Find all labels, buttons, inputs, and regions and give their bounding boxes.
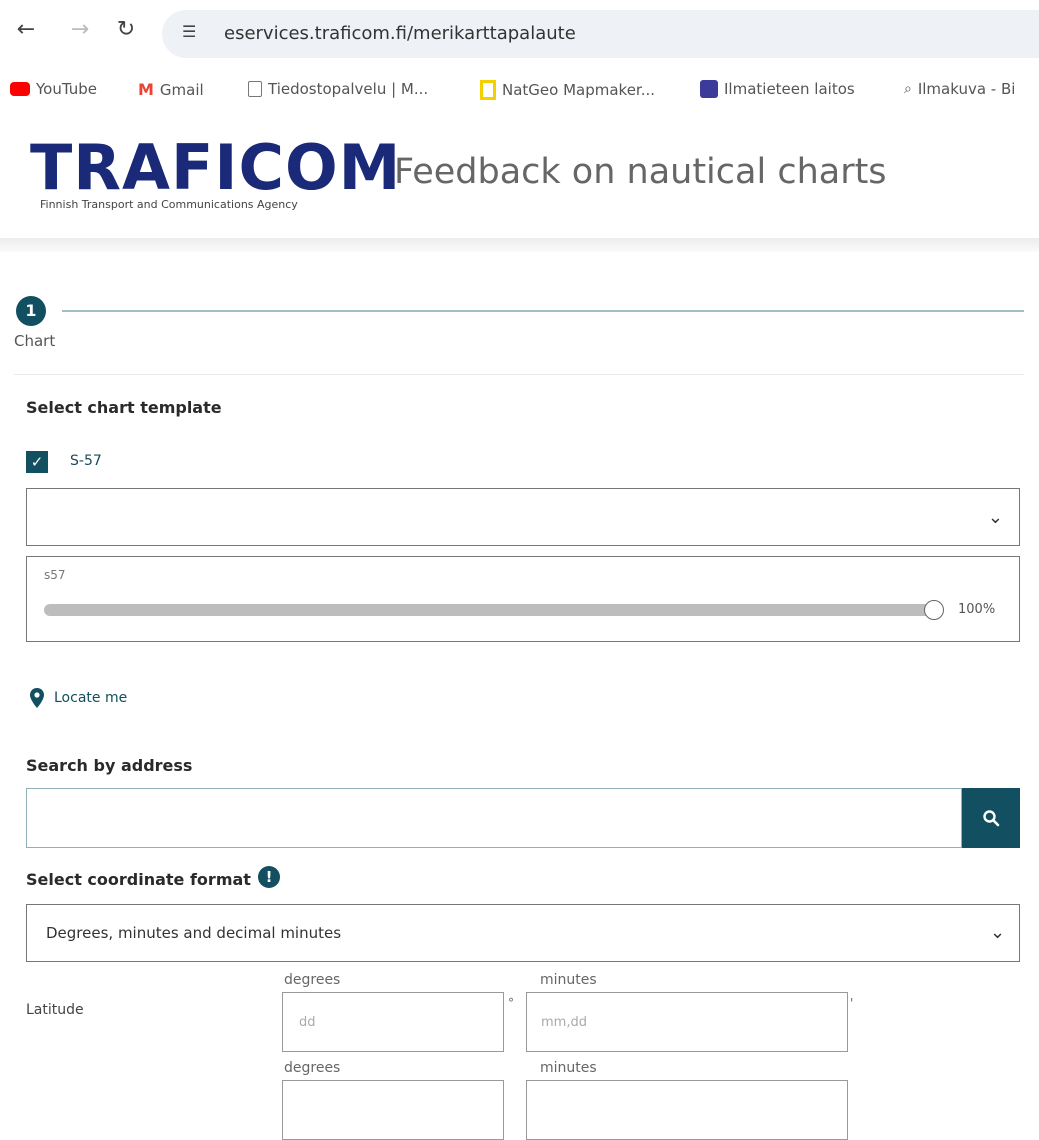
chart-template-heading: Select chart template bbox=[26, 398, 222, 417]
locate-me-link[interactable]: Locate me bbox=[30, 688, 127, 708]
search-heading: Search by address bbox=[26, 756, 193, 775]
degree-symbol: ° bbox=[508, 996, 514, 1010]
chevron-down-icon: ⌄ bbox=[987, 507, 1003, 528]
location-pin-icon bbox=[30, 688, 44, 708]
natgeo-icon bbox=[480, 80, 496, 100]
checkmark-icon: ✓ bbox=[30, 453, 44, 471]
latitude-degrees-placeholder: dd bbox=[299, 1015, 316, 1030]
url-text[interactable]: eservices.traficom.fi/merikarttapalaute bbox=[224, 23, 576, 44]
opacity-slider-track[interactable] bbox=[44, 604, 938, 616]
chart-template-select[interactable]: ⌄ bbox=[26, 488, 1020, 546]
bookmark-label: Tiedostopalvelu | M... bbox=[268, 80, 429, 98]
step-number[interactable]: 1 bbox=[16, 296, 46, 326]
degrees-caption: degrees bbox=[284, 972, 341, 988]
s57-checkbox-label[interactable]: S-57 bbox=[70, 453, 102, 469]
coordinate-format-heading: Select coordinate format bbox=[26, 870, 251, 889]
minutes-caption: minutes bbox=[540, 1060, 597, 1076]
gmail-icon: M bbox=[138, 80, 154, 99]
traficom-logo[interactable]: TRAFICOM bbox=[30, 132, 401, 204]
bookmark-ilmakuva[interactable]: ⌕ Ilmakuva - Bi bbox=[904, 80, 1015, 98]
page-title: Feedback on nautical charts bbox=[394, 152, 887, 192]
document-icon bbox=[248, 81, 262, 97]
latitude-degrees-input[interactable]: dd bbox=[282, 992, 504, 1052]
bookmark-gmail[interactable]: M Gmail bbox=[138, 80, 204, 99]
bookmark-label: NatGeo Mapmaker... bbox=[502, 81, 656, 99]
bookmark-natgeo[interactable]: NatGeo Mapmaker... bbox=[480, 80, 655, 100]
bookmark-label: Gmail bbox=[159, 80, 204, 99]
bookmark-label: YouTube bbox=[36, 80, 97, 98]
bookmark-label: Ilmatieteen laitos bbox=[724, 80, 855, 98]
address-search-input[interactable] bbox=[26, 788, 962, 848]
latitude-label: Latitude bbox=[26, 1002, 84, 1018]
step-label: Chart bbox=[14, 332, 56, 350]
opacity-slider-thumb[interactable] bbox=[924, 600, 944, 620]
opacity-value: 100% bbox=[958, 602, 996, 617]
weather-institute-icon bbox=[700, 80, 718, 98]
minutes-caption: minutes bbox=[540, 972, 597, 988]
search-icon: ⌕ bbox=[904, 81, 912, 97]
coordinate-format-value: Degrees, minutes and decimal minutes bbox=[46, 924, 342, 942]
latitude-minutes-placeholder: mm,dd bbox=[541, 1015, 587, 1030]
bookmark-tiedostopalvelu[interactable]: Tiedostopalvelu | M... bbox=[248, 80, 428, 98]
layer-name: s57 bbox=[44, 568, 66, 582]
search-button[interactable] bbox=[962, 788, 1020, 848]
logo-subtitle: Finnish Transport and Communications Age… bbox=[40, 198, 298, 211]
bookmark-youtube[interactable]: YouTube bbox=[10, 80, 97, 98]
layer-opacity-panel bbox=[26, 556, 1020, 642]
s57-checkbox[interactable]: ✓ bbox=[26, 451, 48, 473]
forward-arrow-icon[interactable]: → bbox=[68, 18, 92, 42]
latitude-minutes-input[interactable]: mm,dd bbox=[526, 992, 848, 1052]
search-icon bbox=[983, 810, 1000, 827]
back-arrow-icon[interactable]: ← bbox=[14, 18, 38, 42]
step-progress-line bbox=[62, 310, 1024, 312]
section-divider bbox=[14, 374, 1024, 375]
bookmark-label: Ilmakuva - Bi bbox=[917, 80, 1016, 98]
bookmark-ilmatieteen[interactable]: Ilmatieteen laitos bbox=[700, 80, 855, 98]
chevron-down-icon: ⌄ bbox=[990, 922, 1006, 943]
degrees-caption: degrees bbox=[284, 1060, 341, 1076]
longitude-minutes-input[interactable] bbox=[526, 1080, 848, 1140]
youtube-icon bbox=[10, 82, 30, 96]
header-divider bbox=[0, 238, 1039, 252]
locate-me-label: Locate me bbox=[54, 690, 128, 706]
site-settings-icon[interactable]: ☰ bbox=[182, 22, 196, 41]
longitude-degrees-input[interactable] bbox=[282, 1080, 504, 1140]
minute-symbol: ' bbox=[850, 996, 854, 1010]
info-icon[interactable]: ! bbox=[258, 866, 280, 888]
reload-icon[interactable]: ↻ bbox=[114, 18, 138, 42]
